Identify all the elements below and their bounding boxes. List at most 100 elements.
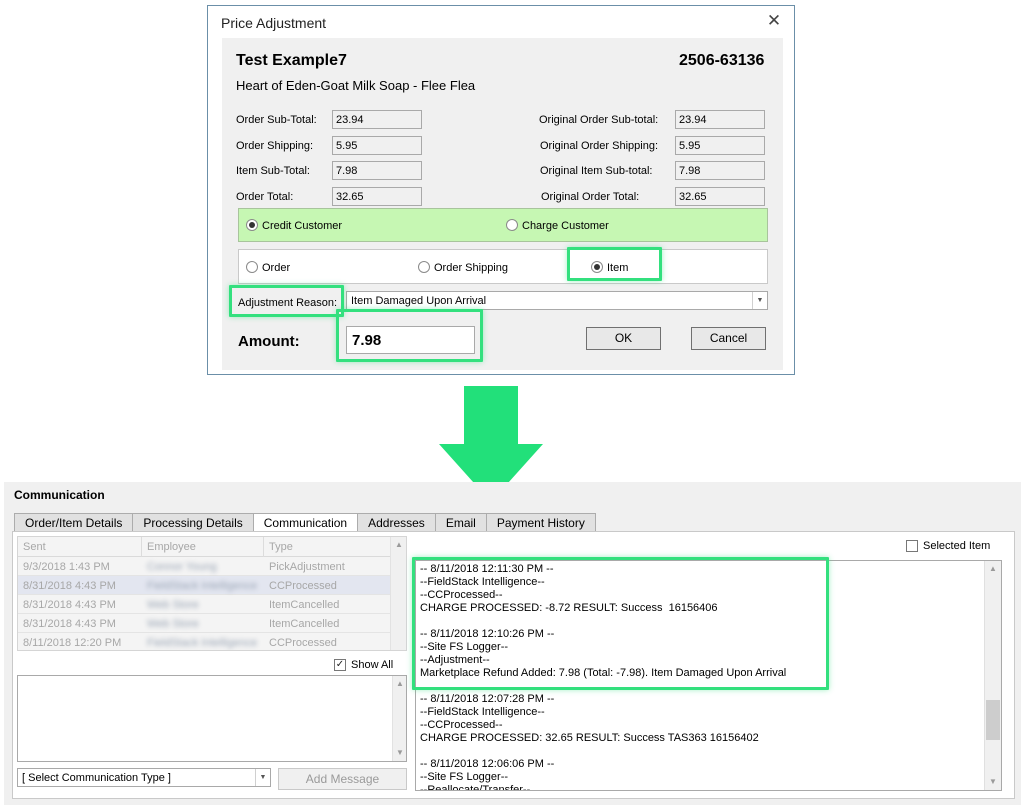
log-scrollbar[interactable]: ▲ ▼ <box>984 561 1001 790</box>
table-row[interactable]: 8/31/2018 4:43 PM Web Store ItemCancelle… <box>18 595 390 614</box>
order-shipping-field[interactable]: 5.95 <box>332 136 422 155</box>
table-row[interactable]: 9/3/2018 1:43 PM Connor Young PickAdjust… <box>18 557 390 576</box>
row-employee: FieldStack Intelligence <box>147 580 258 592</box>
log-line: -- 8/11/2018 12:10:26 PM -- <box>420 628 555 640</box>
scroll-up-icon[interactable]: ▲ <box>985 561 1001 577</box>
order-shipping-label: Order Shipping: <box>236 140 314 152</box>
scroll-down-icon[interactable]: ▼ <box>393 745 407 761</box>
communication-type-select[interactable]: [ Select Communication Type ] ▼ <box>17 768 271 787</box>
order-total-label: Order Total: <box>236 191 294 203</box>
row-sent: 8/31/2018 4:43 PM <box>23 580 116 592</box>
adjustment-reason-select[interactable]: Item Damaged Upon Arrival ▼ <box>346 291 768 310</box>
log-line: -- 8/11/2018 12:06:06 PM -- <box>420 758 555 770</box>
log-line: -- 8/11/2018 12:11:30 PM -- <box>420 563 554 575</box>
credit-customer-label[interactable]: Credit Customer <box>262 220 342 232</box>
table-row[interactable]: 8/31/2018 4:43 PM Web Store ItemCancelle… <box>18 614 390 633</box>
original-item-subtotal-field[interactable]: 7.98 <box>675 161 765 180</box>
tab-processing-details[interactable]: Processing Details <box>132 513 253 532</box>
show-all-checkbox[interactable]: ✓ <box>334 659 346 671</box>
log-line: Marketplace Refund Added: 7.98 (Total: -… <box>420 667 787 679</box>
communication-log[interactable]: -- 8/11/2018 12:11:30 PM -- --FieldStack … <box>415 560 1002 791</box>
original-order-shipping-label: Original Order Shipping: <box>540 140 659 152</box>
cancel-button[interactable]: Cancel <box>691 327 766 350</box>
log-line: -- 8/11/2018 12:07:28 PM -- <box>420 693 555 705</box>
tab-email[interactable]: Email <box>434 513 486 532</box>
selected-item-label[interactable]: Selected Item <box>923 540 990 552</box>
adjustment-reason-value: Item Damaged Upon Arrival <box>351 295 487 307</box>
tab-order-item-details[interactable]: Order/Item Details <box>14 513 133 532</box>
item-radio[interactable] <box>591 261 603 273</box>
log-line: CHARGE PROCESSED: -8.72 RESULT: Success … <box>420 602 718 614</box>
tab-payment-history[interactable]: Payment History <box>485 513 596 532</box>
log-line: CHARGE PROCESSED: 32.65 RESULT: Success … <box>420 732 759 744</box>
original-order-total-label: Original Order Total: <box>541 191 640 203</box>
order-number: 2506-63136 <box>679 52 765 69</box>
original-order-subtotal-label: Original Order Sub-total: <box>539 114 659 126</box>
scroll-down-icon[interactable]: ▼ <box>985 774 1001 790</box>
close-icon[interactable]: ✕ <box>762 10 786 32</box>
order-shipping-radio[interactable] <box>418 261 430 273</box>
order-subtotal-label: Order Sub-Total: <box>236 114 317 126</box>
item-subtotal-field[interactable]: 7.98 <box>332 161 422 180</box>
ok-button[interactable]: OK <box>586 327 661 350</box>
price-adjustment-dialog: Price Adjustment ✕ Test Example7 2506-63… <box>207 5 795 375</box>
original-order-shipping-field[interactable]: 5.95 <box>675 136 765 155</box>
adjustment-scope-panel: Order Order Shipping Item <box>238 249 768 284</box>
row-type: ItemCancelled <box>269 618 340 630</box>
dialog-title: Price Adjustment <box>221 15 327 31</box>
credit-customer-radio[interactable] <box>246 219 258 231</box>
item-subtotal-label: Item Sub-Total: <box>236 165 310 177</box>
show-all-label[interactable]: Show All <box>351 659 393 671</box>
column-sent[interactable]: Sent <box>18 537 142 557</box>
row-employee: FieldStack Intelligence <box>147 637 258 649</box>
message-scrollbar[interactable]: ▲ ▼ <box>392 676 406 761</box>
column-employee[interactable]: Employee <box>142 537 264 557</box>
log-line: --Adjustment-- <box>420 654 490 666</box>
grid-scrollbar[interactable]: ▲ <box>390 537 406 650</box>
selected-item-checkbox[interactable] <box>906 540 918 552</box>
log-text: -- 8/11/2018 12:11:30 PM -- --FieldStack … <box>420 563 980 790</box>
scroll-thumb[interactable] <box>986 700 1000 740</box>
communication-grid[interactable]: Sent Employee Type 9/3/2018 1:43 PM Conn… <box>17 536 407 651</box>
log-line: --FieldStack Intelligence-- <box>420 706 545 718</box>
original-order-subtotal-field[interactable]: 23.94 <box>675 110 765 129</box>
row-type: CCProcessed <box>269 580 337 592</box>
tab-addresses[interactable]: Addresses <box>357 513 435 532</box>
amount-input[interactable]: 7.98 <box>346 326 475 354</box>
chevron-down-icon[interactable]: ▼ <box>752 292 767 309</box>
original-item-subtotal-label: Original Item Sub-total: <box>540 165 653 177</box>
table-row[interactable]: 8/11/2018 12:20 PM FieldStack Intelligen… <box>18 633 390 650</box>
column-type[interactable]: Type <box>264 537 390 557</box>
tab-bar: Order/Item Details Processing Details Co… <box>14 513 596 533</box>
row-employee: Web Store <box>147 599 199 611</box>
row-employee: Connor Young <box>147 561 217 573</box>
scroll-up-icon[interactable]: ▲ <box>393 676 407 692</box>
product-name: Heart of Eden-Goat Milk Soap - Flee Flea <box>236 78 476 93</box>
customer-name: Test Example7 <box>236 52 347 69</box>
scroll-up-icon[interactable]: ▲ <box>391 537 406 553</box>
add-message-button[interactable]: Add Message <box>278 768 407 790</box>
row-type: ItemCancelled <box>269 599 340 611</box>
order-shipping-radio-label[interactable]: Order Shipping <box>434 262 508 274</box>
row-sent: 8/31/2018 4:43 PM <box>23 618 116 630</box>
dialog-body: Test Example7 2506-63136 Heart of Eden-G… <box>222 38 783 370</box>
section-title: Communication <box>14 488 105 502</box>
message-textarea[interactable]: ▲ ▼ <box>17 675 407 762</box>
order-radio-label[interactable]: Order <box>262 262 290 274</box>
item-radio-label[interactable]: Item <box>607 262 628 274</box>
row-sent: 8/31/2018 4:43 PM <box>23 599 116 611</box>
chevron-down-icon[interactable]: ▼ <box>255 769 270 786</box>
row-employee: Web Store <box>147 618 199 630</box>
tab-communication[interactable]: Communication <box>252 513 358 533</box>
table-row[interactable]: 8/31/2018 4:43 PM FieldStack Intelligenc… <box>18 576 390 595</box>
communication-tab-content: Sent Employee Type 9/3/2018 1:43 PM Conn… <box>12 531 1015 799</box>
order-subtotal-field[interactable]: 23.94 <box>332 110 422 129</box>
order-radio[interactable] <box>246 261 258 273</box>
amount-label: Amount: <box>238 333 300 350</box>
original-order-total-field[interactable]: 32.65 <box>675 187 765 206</box>
charge-customer-label[interactable]: Charge Customer <box>522 220 609 232</box>
charge-customer-radio[interactable] <box>506 219 518 231</box>
order-total-field[interactable]: 32.65 <box>332 187 422 206</box>
